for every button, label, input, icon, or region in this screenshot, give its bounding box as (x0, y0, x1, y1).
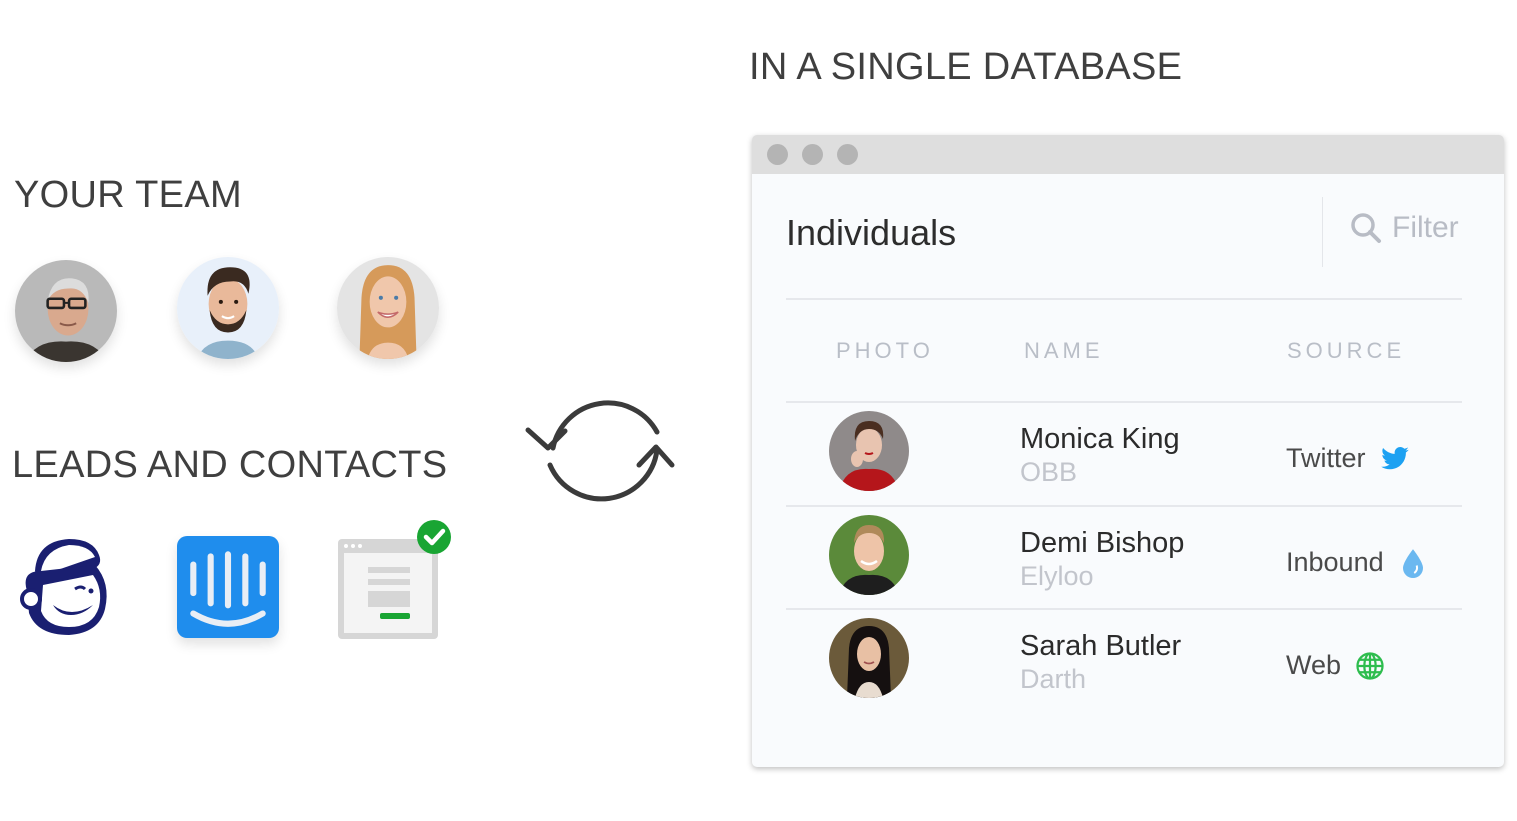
source-label: Web (1286, 650, 1342, 680)
table-row[interactable]: Sarah Butler Darth Web (786, 608, 1462, 712)
window-titlebar (752, 135, 1504, 174)
contact-company: Darth (1020, 664, 1087, 694)
web-form-logo (338, 520, 451, 639)
intercom-logo-icon (190, 551, 266, 627)
team-member-photo-older-man-glasses-icon (15, 260, 117, 362)
intercom-logo (177, 536, 279, 638)
team-member-photo-blonde-woman-icon (337, 257, 439, 359)
panel-title: Individuals (786, 212, 957, 253)
filter-label: Filter (1392, 211, 1459, 244)
globe-icon (1355, 651, 1385, 681)
title-divider (786, 298, 1462, 300)
source-label: Twitter (1286, 443, 1366, 473)
source-label: Inbound (1286, 547, 1384, 577)
window-control-dot[interactable] (837, 144, 858, 165)
single-database-heading: IN A SINGLE DATABASE (749, 46, 1183, 88)
your-team-heading: YOUR TEAM (14, 174, 242, 216)
column-header-name[interactable]: NAME (1024, 338, 1104, 364)
table-row[interactable]: Monica King OBB Twitter (786, 401, 1462, 505)
sync-arrows (520, 385, 680, 515)
water-drop-icon (1398, 548, 1428, 578)
contact-company: OBB (1020, 457, 1078, 487)
contact-photo (829, 618, 909, 698)
mailchimp-logo (12, 535, 114, 640)
window-control-dot[interactable] (767, 144, 788, 165)
database-window: Individuals Filter PHOTO NAME SOURCE Mon… (752, 135, 1504, 767)
contact-name[interactable]: Demi Bishop (1020, 527, 1184, 560)
contact-photo-man-smiling-icon (829, 515, 909, 595)
contact-photo (829, 515, 909, 595)
contact-source: Web (1286, 650, 1385, 681)
team-member-avatar (337, 257, 439, 359)
column-header-photo[interactable]: PHOTO (836, 338, 934, 364)
search-icon (1351, 213, 1381, 243)
contact-photo-woman-red-icon (829, 411, 909, 491)
contact-name[interactable]: Monica King (1020, 423, 1180, 456)
check-badge-icon (417, 520, 451, 554)
filter-button[interactable]: Filter (1350, 211, 1459, 245)
window-control-dot[interactable] (802, 144, 823, 165)
leads-and-contacts-heading: LEADS AND CONTACTS (12, 444, 448, 486)
team-member-photo-young-man-beard-icon (177, 257, 279, 359)
contact-source: Inbound (1286, 547, 1428, 578)
sync-arrows-icon (525, 400, 675, 502)
header-divider (1322, 197, 1323, 267)
contact-company: Elyloo (1020, 561, 1094, 591)
team-member-avatar (177, 257, 279, 359)
contact-source: Twitter (1286, 443, 1410, 474)
mailchimp-logo-icon (20, 539, 107, 635)
contact-name[interactable]: Sarah Butler (1020, 630, 1181, 663)
table-row[interactable]: Demi Bishop Elyloo Inbound (786, 505, 1462, 609)
contact-photo-woman-dark-hair-icon (829, 618, 909, 698)
column-header-source[interactable]: SOURCE (1287, 338, 1405, 364)
contact-photo (829, 411, 909, 491)
team-member-avatar (15, 260, 117, 362)
twitter-bird-icon (1380, 444, 1410, 474)
